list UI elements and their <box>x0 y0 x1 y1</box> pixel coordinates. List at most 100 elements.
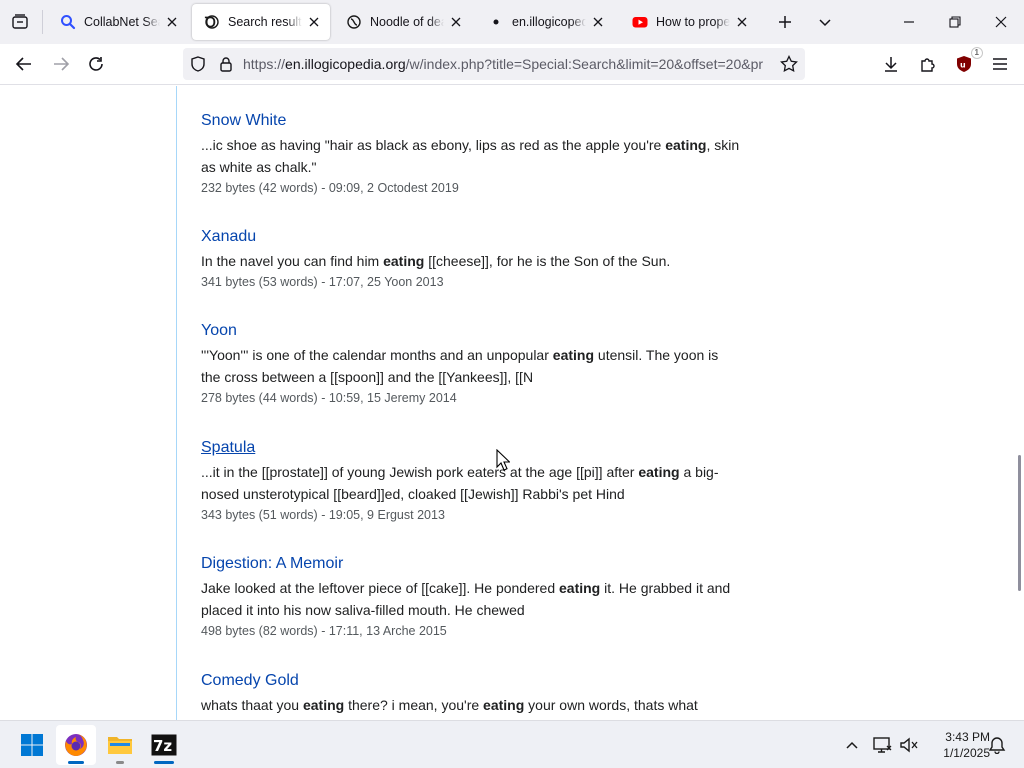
new-tab-button[interactable] <box>771 9 799 35</box>
result-snippet: ...it in the [[prostate]] of young Jewis… <box>201 464 719 502</box>
tab-label: CollabNet SearX <box>84 15 160 29</box>
result-title-link[interactable]: Xanadu <box>201 226 741 248</box>
taskbar-firefox[interactable] <box>56 725 96 765</box>
restore-button[interactable] <box>932 0 978 44</box>
tab-label: Noodle of death <box>370 15 444 29</box>
result-meta: 278 bytes (44 words) - 10:59, 15 Jeremy … <box>201 391 457 405</box>
close-icon <box>995 16 1007 28</box>
taskbar-file-explorer[interactable] <box>100 725 140 765</box>
firefox-icon <box>65 734 87 756</box>
tab-close-icon[interactable] <box>448 14 464 30</box>
result-meta: 341 bytes (53 words) - 17:07, 25 Yoon 20… <box>201 275 444 289</box>
minimize-icon <box>904 21 914 23</box>
svg-text:7z: 7z <box>153 737 172 755</box>
result-snippet: ...ic shoe as having "hair as black as e… <box>201 137 740 175</box>
search-result: Spatula ...it in the [[prostate]] of you… <box>201 437 741 525</box>
search-result: Yoon '''Yoon''' is one of the calendar m… <box>201 320 741 408</box>
forward-button[interactable] <box>46 50 76 78</box>
extensions-button[interactable] <box>913 50 943 78</box>
ublock-origin-button[interactable]: u 1 <box>949 47 983 78</box>
bookmark-star-icon[interactable] <box>780 55 798 73</box>
dot-icon <box>488 14 504 30</box>
result-snippet: In the navel you can find him eating [[c… <box>201 253 671 269</box>
search-result: Xanadu In the navel you can find him eat… <box>201 226 741 292</box>
url-scheme: https:// <box>243 56 286 72</box>
puzzle-piece-icon <box>921 58 935 72</box>
result-title-link[interactable]: Comedy Gold <box>201 670 741 692</box>
ublock-shield-icon: u <box>957 56 971 72</box>
youtube-icon <box>632 14 648 30</box>
taskbar: 7z 3:43 PM 1/1/2025 <box>0 720 1024 768</box>
taskbar-7zip[interactable]: 7z <box>144 725 184 765</box>
taskbar-clock[interactable]: 3:43 PM 1/1/2025 <box>924 729 990 761</box>
tab-close-icon[interactable] <box>590 14 606 30</box>
back-arrow-icon <box>15 57 31 71</box>
tab-en-illogicopedia[interactable]: en.illogicopedia <box>476 4 614 40</box>
ublock-badge: 1 <box>970 47 983 59</box>
tab-how-to-properly[interactable]: How to properly <box>620 4 758 40</box>
result-title-link[interactable]: Spatula <box>201 437 741 459</box>
result-meta: 343 bytes (51 words) - 19:05, 9 Ergust 2… <box>201 508 445 522</box>
volume-tray-button[interactable] <box>897 733 921 757</box>
chevron-up-icon <box>846 741 858 749</box>
start-button[interactable] <box>12 725 52 765</box>
url-path: /w/index.php?title=Special:Search&limit=… <box>405 56 763 72</box>
tab-label: How to properly <box>656 15 730 29</box>
reload-button[interactable] <box>81 50 111 78</box>
restore-icon <box>949 16 961 28</box>
result-title-link[interactable]: Snow White <box>201 110 741 132</box>
network-tray-button[interactable] <box>871 733 895 757</box>
app-menu-button[interactable] <box>985 50 1015 78</box>
firefox-view-button[interactable] <box>6 9 34 35</box>
volume-muted-icon <box>900 737 918 753</box>
tab-label: Search results for <box>228 15 302 29</box>
forward-arrow-icon <box>54 57 70 71</box>
network-icon <box>873 737 892 753</box>
tab-close-icon[interactable] <box>306 14 322 30</box>
illogicopedia-icon: Ꝺ <box>204 14 220 30</box>
result-snippet: '''Yoon''' is one of the calendar months… <box>201 347 719 385</box>
content-border <box>176 86 177 720</box>
firefox-view-icon <box>12 14 28 29</box>
bell-icon <box>988 737 1006 754</box>
tab-search-results[interactable]: Ꝺ Search results for <box>192 4 330 40</box>
clock-time: 3:43 PM <box>945 730 990 744</box>
svg-text:u: u <box>960 61 966 70</box>
result-snippet: whats thaat you eating there? i mean, yo… <box>201 697 698 713</box>
illogicopedia-icon <box>346 14 362 30</box>
address-bar[interactable]: https://en.illogicopedia.org/w/index.php… <box>183 48 805 80</box>
taskbar-running-indicator <box>116 761 124 764</box>
taskbar-active-indicator <box>154 761 174 764</box>
clock-date: 1/1/2025 <box>943 746 990 760</box>
list-all-tabs-button[interactable] <box>811 9 839 35</box>
result-title-link[interactable]: Digestion: A Memoir <box>201 553 741 575</box>
vertical-scrollbar[interactable] <box>1014 86 1024 720</box>
url-host: en.illogicopedia.org <box>285 56 406 72</box>
lock-icon[interactable] <box>217 55 235 73</box>
result-meta: 498 bytes (82 words) - 17:11, 13 Arche 2… <box>201 624 447 638</box>
downloads-button[interactable] <box>876 50 906 78</box>
tab-label: en.illogicopedia <box>512 15 586 29</box>
tab-close-icon[interactable] <box>734 14 750 30</box>
tab-collabnet-searx[interactable]: CollabNet SearX <box>48 4 188 40</box>
hamburger-menu-icon <box>993 58 1007 70</box>
show-hidden-icons-button[interactable] <box>840 733 864 757</box>
search-result: Comedy Gold whats thaat you eating there… <box>201 670 741 716</box>
search-icon <box>60 14 76 30</box>
tracking-protection-icon[interactable] <box>189 55 207 73</box>
back-button[interactable] <box>9 50 39 78</box>
minimize-button[interactable] <box>886 0 932 44</box>
reload-icon <box>89 57 103 71</box>
tab-noodle-of-death[interactable]: Noodle of death <box>334 4 472 40</box>
close-window-button[interactable] <box>978 0 1024 44</box>
result-title-link[interactable]: Yoon <box>201 320 741 342</box>
tab-close-icon[interactable] <box>164 14 180 30</box>
url-text[interactable]: https://en.illogicopedia.org/w/index.php… <box>243 56 763 72</box>
scrollbar-thumb[interactable] <box>1018 455 1021 591</box>
notifications-button[interactable] <box>985 733 1009 757</box>
result-snippet: Jake looked at the leftover piece of [[c… <box>201 580 731 618</box>
navigation-toolbar: https://en.illogicopedia.org/w/index.php… <box>0 44 1024 85</box>
download-icon <box>885 57 897 72</box>
plus-icon <box>779 16 791 28</box>
start-icon <box>21 734 43 756</box>
